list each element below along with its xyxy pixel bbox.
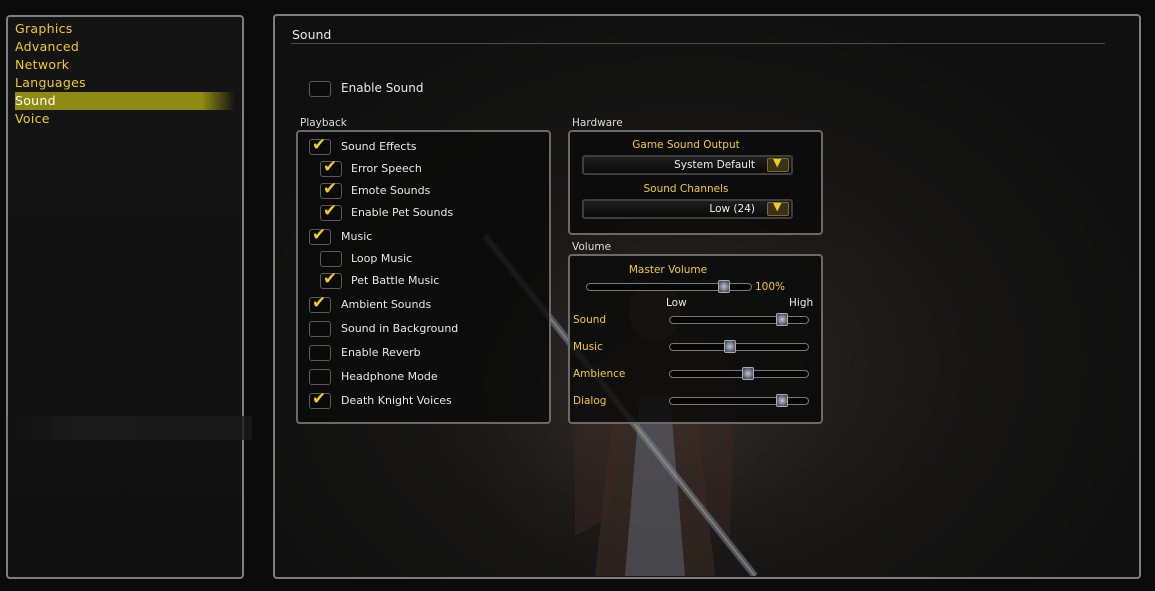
checkmark-icon: ✔: [323, 157, 338, 177]
low-label: Low: [666, 297, 687, 309]
sound-volume-slider[interactable]: [669, 313, 809, 326]
category-label: Network: [15, 57, 70, 72]
hardware-title: Hardware: [572, 117, 623, 129]
checkmark-icon: ✔: [323, 201, 338, 221]
category-advanced[interactable]: Advanced: [15, 38, 235, 56]
master-volume-slider[interactable]: [586, 280, 752, 293]
category-panel: Graphics Advanced Network Languages Soun…: [6, 15, 244, 579]
loop-music-label: Loop Music: [351, 252, 413, 265]
category-voice[interactable]: Voice: [15, 110, 235, 128]
pet-battle-music-checkbox[interactable]: ✔: [320, 269, 342, 289]
page-title: Sound: [292, 27, 332, 42]
emote-sounds-checkbox[interactable]: ✔: [320, 179, 342, 199]
enable-pet-sounds-checkbox[interactable]: ✔: [320, 201, 342, 221]
sound-volume-label: Sound: [573, 314, 607, 326]
sound-effects-checkbox[interactable]: ✔: [309, 135, 331, 155]
category-label: Graphics: [15, 21, 73, 36]
category-label: Languages: [15, 75, 86, 90]
dropdown-value: Low (24): [709, 203, 755, 215]
sound-effects-label: Sound Effects: [341, 140, 417, 153]
category-label: Voice: [15, 111, 50, 126]
enable-sound-checkbox[interactable]: [309, 81, 331, 97]
headphone-mode-checkbox[interactable]: [309, 369, 331, 385]
checkmark-icon: ✔: [312, 135, 327, 155]
category-languages[interactable]: Languages: [15, 74, 235, 92]
game-sound-output-label: Game Sound Output: [632, 139, 740, 151]
chevron-down-icon: ▼: [773, 200, 782, 213]
divider: [291, 43, 1105, 44]
sound-channels-label: Sound Channels: [643, 183, 729, 195]
ambient-sounds-label: Ambient Sounds: [341, 298, 432, 311]
ambient-sounds-checkbox[interactable]: ✔: [309, 293, 331, 313]
checkmark-icon: ✔: [312, 225, 327, 245]
category-sound[interactable]: Sound: [15, 92, 235, 110]
dropdown-value: System Default: [674, 159, 755, 171]
game-sound-output-dropdown[interactable]: System Default ▼: [582, 155, 793, 175]
sound-in-background-label: Sound in Background: [341, 322, 459, 335]
slider-thumb[interactable]: [776, 313, 788, 326]
enable-reverb-checkbox[interactable]: [309, 345, 331, 361]
music-volume-slider[interactable]: [669, 340, 809, 353]
chevron-down-icon: ▼: [773, 156, 782, 169]
playback-title: Playback: [300, 117, 347, 129]
background-strip: [2, 416, 252, 440]
category-network[interactable]: Network: [15, 56, 235, 74]
slider-thumb[interactable]: [776, 394, 788, 407]
headphone-mode-label: Headphone Mode: [341, 370, 438, 383]
music-volume-label: Music: [573, 341, 603, 353]
category-label: Sound: [15, 93, 56, 108]
master-volume-value: 100%: [755, 281, 786, 293]
category-graphics[interactable]: Graphics: [15, 20, 235, 38]
sound-in-background-checkbox[interactable]: [309, 321, 331, 337]
ambience-volume-label: Ambience: [573, 368, 626, 380]
death-knight-voices-checkbox[interactable]: ✔: [309, 389, 331, 409]
death-knight-voices-label: Death Knight Voices: [341, 394, 452, 407]
checkmark-icon: ✔: [323, 179, 338, 199]
ambience-volume-slider[interactable]: [669, 367, 809, 380]
sound-channels-dropdown[interactable]: Low (24) ▼: [582, 199, 793, 219]
emote-sounds-label: Emote Sounds: [351, 184, 431, 197]
dropdown-button[interactable]: ▼: [767, 200, 789, 216]
music-label: Music: [341, 230, 373, 243]
slider-thumb[interactable]: [718, 280, 730, 293]
high-label: High: [789, 297, 814, 309]
category-label: Advanced: [15, 39, 80, 54]
enable-reverb-label: Enable Reverb: [341, 346, 421, 359]
dialog-volume-slider[interactable]: [669, 394, 809, 407]
checkmark-icon: ✔: [323, 269, 338, 289]
enable-sound-label: Enable Sound: [341, 81, 424, 95]
pet-battle-music-label: Pet Battle Music: [351, 274, 440, 287]
dialog-volume-label: Dialog: [573, 395, 607, 407]
loop-music-checkbox[interactable]: [320, 251, 342, 267]
enable-pet-sounds-label: Enable Pet Sounds: [351, 206, 454, 219]
error-speech-checkbox[interactable]: ✔: [320, 157, 342, 177]
music-checkbox[interactable]: ✔: [309, 225, 331, 245]
volume-title: Volume: [572, 241, 612, 253]
checkmark-icon: ✔: [312, 389, 327, 409]
slider-thumb[interactable]: [724, 340, 736, 353]
dropdown-button[interactable]: ▼: [767, 156, 789, 172]
slider-thumb[interactable]: [742, 367, 754, 380]
master-volume-label: Master Volume: [628, 264, 708, 276]
error-speech-label: Error Speech: [351, 162, 422, 175]
checkmark-icon: ✔: [312, 293, 327, 313]
